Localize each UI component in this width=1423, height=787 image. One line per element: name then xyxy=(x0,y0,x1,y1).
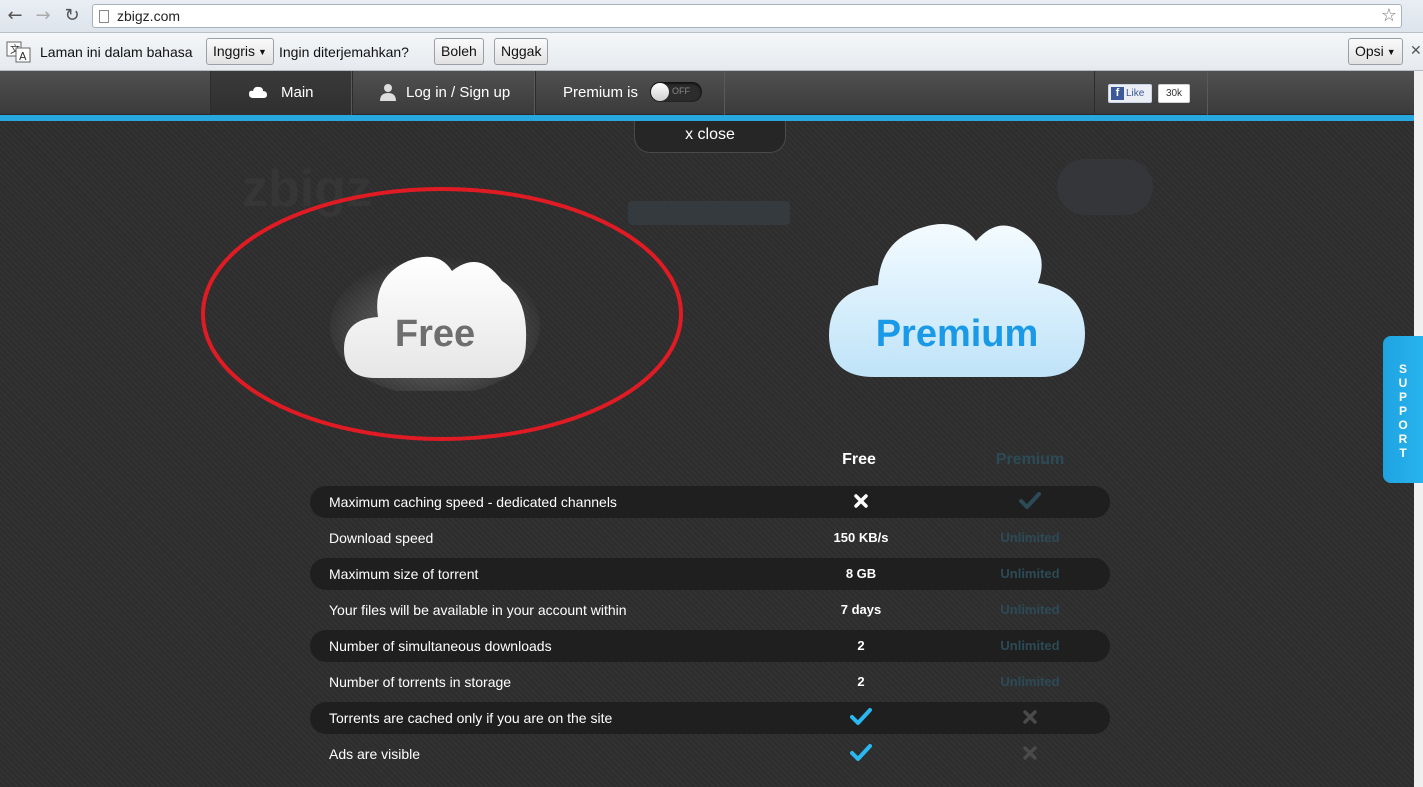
translate-yes-button[interactable]: Boleh xyxy=(434,38,484,65)
table-row: Maximum size of torrent 8 GB Unlimited xyxy=(310,558,1110,590)
site-nav: Main Log in / Sign up Premium is OFF xyxy=(0,71,1414,115)
nav-login[interactable]: Log in / Sign up xyxy=(352,71,535,115)
translate-prefix: Laman ini dalam bahasa xyxy=(40,44,193,60)
premium-value: Unlimited xyxy=(1000,530,1060,545)
back-icon[interactable]: ← xyxy=(4,5,26,27)
language-value: Inggris xyxy=(213,43,256,59)
feature-label: Your files will be available in your acc… xyxy=(329,602,627,618)
toggle-knob xyxy=(651,83,669,101)
table-row: Your files will be available in your acc… xyxy=(310,594,1110,626)
plan-overlay: zbigz x close Free Premium Free Premium … xyxy=(0,121,1423,787)
browser-toolbar: ← → ↻ zbigz.com ☆ xyxy=(0,0,1423,33)
premium-cross-icon xyxy=(965,708,1095,724)
page-icon xyxy=(99,10,109,23)
nav-main[interactable]: Main xyxy=(210,71,352,115)
reload-icon[interactable]: ↻ xyxy=(61,5,83,27)
free-value: 2 xyxy=(857,638,865,653)
free-check-icon xyxy=(796,744,926,762)
facebook-like-label: Like xyxy=(1126,88,1145,99)
feature-label: Torrents are cached only if you are on t… xyxy=(329,710,613,726)
translate-icon: 文 A xyxy=(6,41,31,63)
translate-options-button[interactable]: Opsi ▼ xyxy=(1348,38,1403,65)
premium-value: Unlimited xyxy=(1000,602,1060,617)
free-value: 150 KB/s xyxy=(833,530,889,545)
translate-question: Ingin diterjemahkan? xyxy=(279,44,409,60)
free-value: 2 xyxy=(857,674,865,689)
feature-label: Number of simultaneous downloads xyxy=(329,638,552,654)
translate-bar: 文 A Laman ini dalam bahasa Inggris ▼ Ingi… xyxy=(0,33,1423,71)
facebook-icon: f xyxy=(1111,87,1124,100)
bookmark-star-icon[interactable]: ☆ xyxy=(1381,5,1397,26)
premium-toggle[interactable]: OFF xyxy=(650,82,702,102)
feature-label: Maximum size of torrent xyxy=(329,566,479,582)
feature-label: Ads are visible xyxy=(329,746,421,762)
free-cross-icon xyxy=(796,492,926,508)
premium-cross-icon xyxy=(965,744,1095,760)
toggle-state: OFF xyxy=(672,86,690,96)
feature-label: Maximum caching speed - dedicated channe… xyxy=(329,494,617,510)
premium-status-label: Premium is xyxy=(563,84,639,101)
chevron-down-icon: ▼ xyxy=(1386,46,1396,57)
table-row: Ads are visible xyxy=(310,738,1110,770)
user-icon xyxy=(380,84,396,101)
highlight-ellipse xyxy=(201,187,683,441)
table-row: Download speed 150 KB/s Unlimited xyxy=(310,522,1110,554)
close-icon[interactable]: ✕ xyxy=(1410,42,1422,59)
url-text: zbigz.com xyxy=(117,8,181,24)
column-header-free: Free xyxy=(842,451,876,468)
free-check-icon xyxy=(796,708,926,726)
chevron-down-icon: ▼ xyxy=(258,46,267,57)
facebook-like-count: 30k xyxy=(1158,84,1190,103)
options-label: Opsi xyxy=(1355,43,1384,59)
facebook-like-button[interactable]: f Like xyxy=(1108,84,1152,103)
translate-no-button[interactable]: Nggak xyxy=(494,38,549,65)
premium-value: Unlimited xyxy=(1000,566,1060,581)
table-row: Maximum caching speed - dedicated channe… xyxy=(310,486,1110,518)
free-value: 8 GB xyxy=(845,566,877,581)
free-value: 7 days xyxy=(840,602,882,617)
premium-check-icon xyxy=(965,492,1095,510)
table-row: Number of torrents in storage 2 Unlimited xyxy=(310,666,1110,698)
svg-text:A: A xyxy=(19,50,27,63)
language-select[interactable]: Inggris ▼ xyxy=(206,38,274,65)
premium-value: Unlimited xyxy=(1000,638,1060,653)
feature-label: Download speed xyxy=(329,530,434,546)
support-label: SUPPORT xyxy=(1398,362,1408,460)
cloud-icon xyxy=(249,86,267,98)
table-row: Number of simultaneous downloads 2 Unlimit… xyxy=(310,630,1110,662)
column-header-premium: Premium xyxy=(995,451,1065,468)
forward-icon[interactable]: → xyxy=(32,5,54,27)
address-bar[interactable]: zbigz.com ☆ xyxy=(92,4,1402,28)
nav-login-label: Log in / Sign up xyxy=(406,84,511,101)
nav-main-label: Main xyxy=(281,84,314,101)
feature-label: Number of torrents in storage xyxy=(329,674,512,690)
premium-value: Unlimited xyxy=(1000,674,1060,689)
support-tab[interactable]: SUPPORT xyxy=(1383,336,1423,483)
table-row: Torrents are cached only if you are on t… xyxy=(310,702,1110,734)
